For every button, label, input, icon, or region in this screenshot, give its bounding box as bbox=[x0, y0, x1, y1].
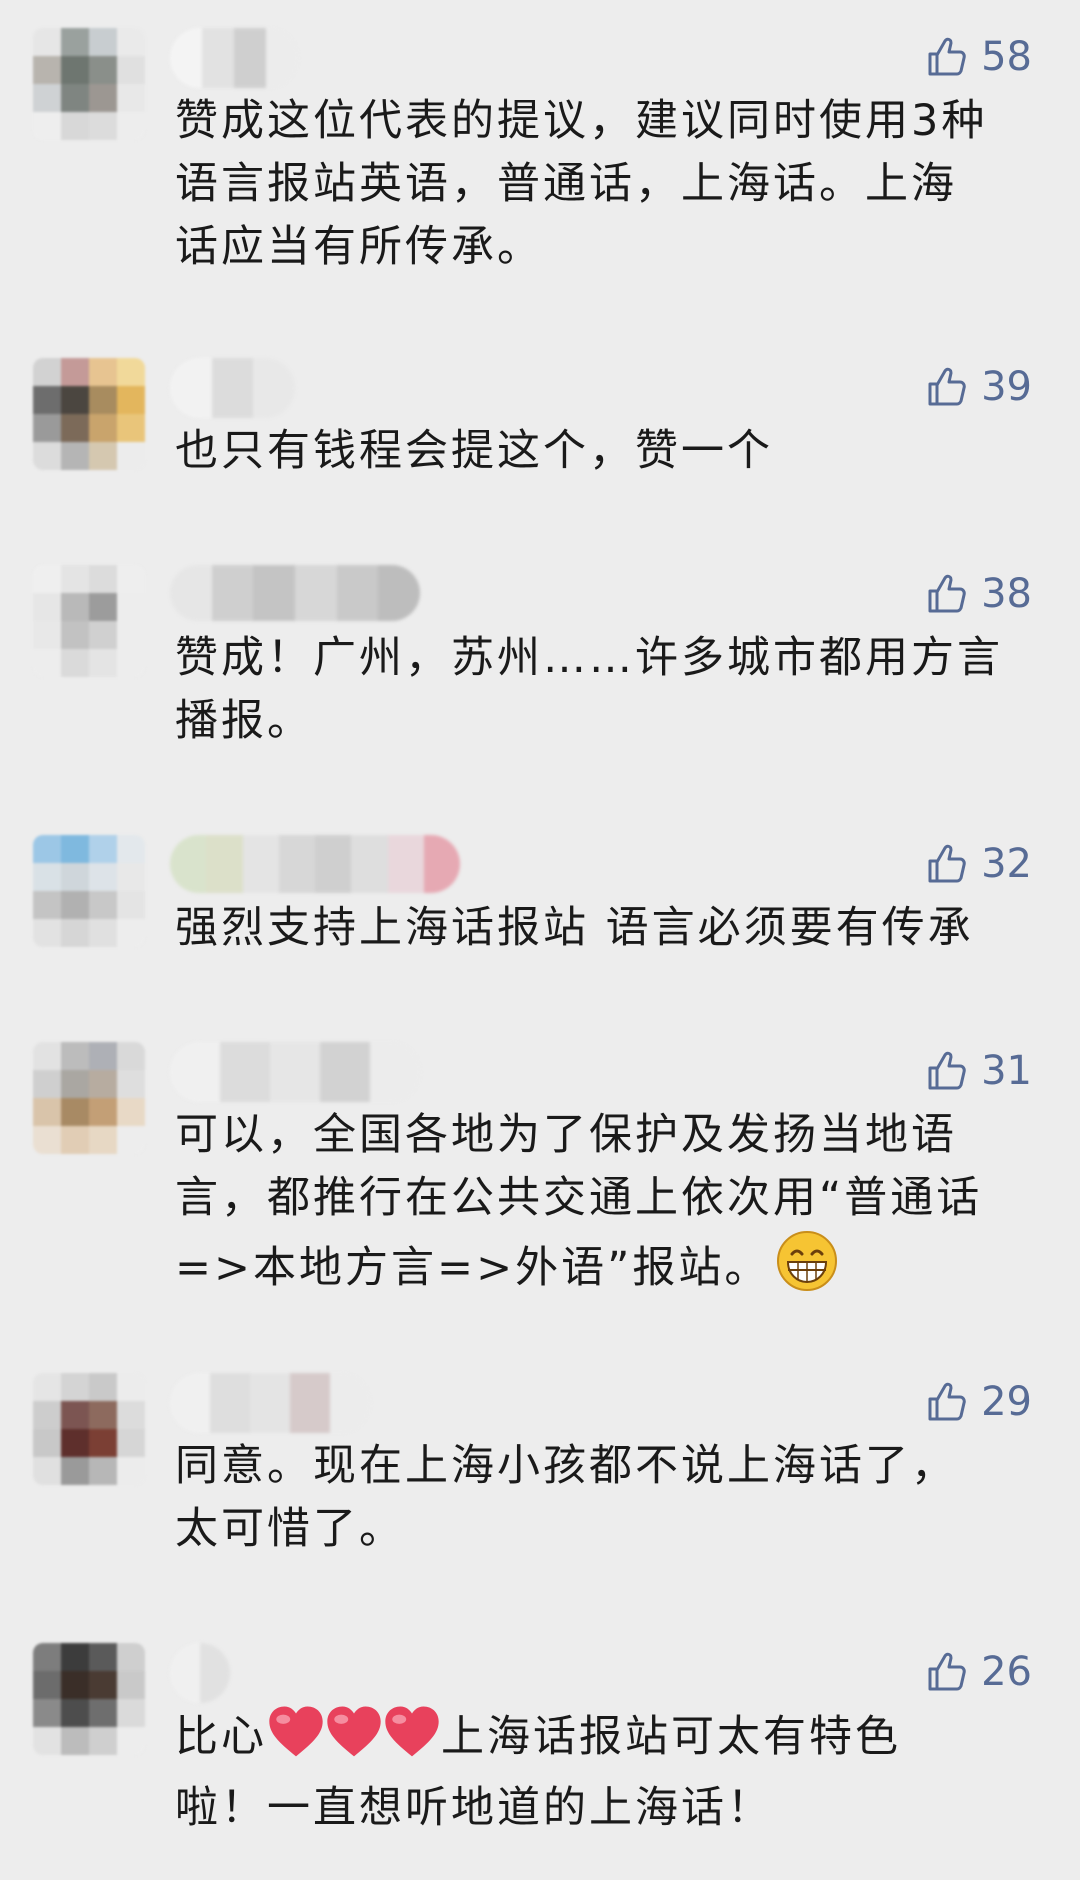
avatar[interactable] bbox=[33, 1373, 145, 1485]
heart-emoji-icon bbox=[325, 1705, 383, 1777]
like-count: 29 bbox=[981, 1379, 1032, 1425]
avatar[interactable] bbox=[33, 835, 145, 947]
thumbs-up-icon bbox=[925, 1049, 969, 1093]
comment-text: 赞成这位代表的提议，建议同时使用3种 语言报站英语，普通话，上海话。上海 话应当… bbox=[175, 96, 988, 272]
username[interactable] bbox=[170, 835, 460, 893]
username[interactable] bbox=[170, 1643, 230, 1703]
thumbs-up-icon bbox=[925, 1380, 969, 1424]
like-count: 39 bbox=[981, 364, 1032, 410]
like-count: 38 bbox=[981, 571, 1032, 617]
like-button[interactable]: 58 bbox=[925, 34, 1032, 80]
like-count: 26 bbox=[981, 1649, 1032, 1695]
comment-text: 同意。现在上海小孩都不说上海话了， 太可惜了。 bbox=[175, 1441, 957, 1554]
thumbs-up-icon bbox=[925, 1650, 969, 1694]
like-button[interactable]: 31 bbox=[925, 1048, 1032, 1094]
thumbs-up-icon bbox=[925, 365, 969, 409]
comment-text: 赞成！广州，苏州……许多城市都用方言 播报。 bbox=[175, 633, 1003, 746]
like-button[interactable]: 26 bbox=[925, 1649, 1032, 1695]
comment-text: 也只有钱程会提这个，赞一个 bbox=[175, 426, 773, 476]
username[interactable] bbox=[170, 565, 420, 621]
comment-text: 比心 上海话报站可太有特色 啦！一直想听地道的上海话！ bbox=[175, 1705, 1035, 1840]
username[interactable] bbox=[170, 28, 298, 88]
comment-text-prefix: 比心 bbox=[175, 1712, 267, 1762]
like-button[interactable]: 39 bbox=[925, 364, 1032, 410]
like-button[interactable]: 32 bbox=[925, 841, 1032, 887]
like-button[interactable]: 29 bbox=[925, 1379, 1032, 1425]
comment-text: 强烈支持上海话报站 语言必须要有传承 bbox=[175, 903, 974, 953]
like-button[interactable]: 38 bbox=[925, 571, 1032, 617]
username[interactable] bbox=[170, 358, 295, 418]
comment-text-body: 可以，全国各地为了保护及发扬当地语 言，都推行在公共交通上依次用“普通话 =>本… bbox=[175, 1110, 983, 1293]
thumbs-up-icon bbox=[925, 35, 969, 79]
avatar[interactable] bbox=[33, 1042, 145, 1154]
like-count: 32 bbox=[981, 841, 1032, 887]
username[interactable] bbox=[170, 1042, 420, 1102]
avatar[interactable] bbox=[33, 1643, 145, 1755]
avatar[interactable] bbox=[33, 358, 145, 470]
like-count: 58 bbox=[981, 34, 1032, 80]
username[interactable] bbox=[170, 1373, 370, 1433]
avatar[interactable] bbox=[33, 28, 145, 140]
heart-emoji-icon bbox=[383, 1705, 441, 1777]
thumbs-up-icon bbox=[925, 842, 969, 886]
grin-emoji-icon bbox=[776, 1230, 838, 1310]
thumbs-up-icon bbox=[925, 572, 969, 616]
avatar[interactable] bbox=[33, 565, 145, 677]
comment-text: 可以，全国各地为了保护及发扬当地语 言，都推行在公共交通上依次用“普通话 =>本… bbox=[175, 1104, 1035, 1310]
like-count: 31 bbox=[981, 1048, 1032, 1094]
heart-emoji-icon bbox=[267, 1705, 325, 1777]
